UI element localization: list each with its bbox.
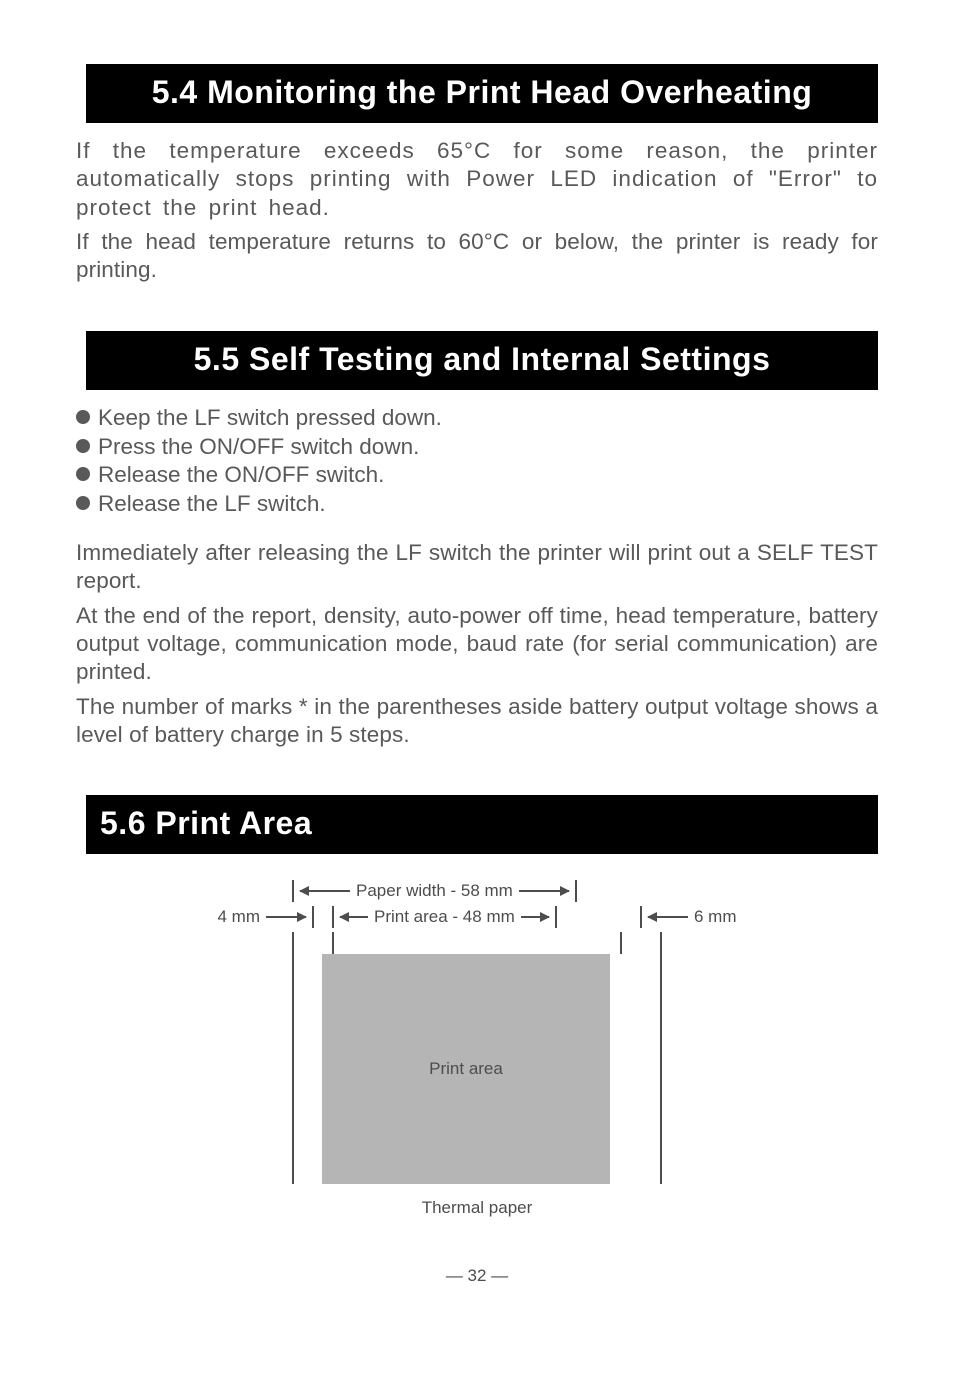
spacer (76, 755, 878, 795)
dim-label: 4 mm (218, 907, 261, 927)
bullet-text: Release the LF switch. (98, 490, 326, 519)
dim-tick-icon (575, 880, 577, 902)
dim-paper-width: Paper width - 58 mm (292, 880, 662, 902)
dim-left-margin: 4 mm (218, 906, 315, 928)
list-item: Press the ON/OFF switch down. (76, 433, 878, 462)
manual-page: 5.4 Monitoring the Print Head Overheatin… (0, 0, 954, 1326)
dim-arrow-icon (340, 916, 368, 918)
spacer (76, 291, 878, 331)
dim-arrow-icon (521, 916, 549, 918)
dim-arrow-icon (266, 916, 306, 918)
dim-tick-icon (292, 880, 294, 902)
dim-tick-icon (640, 906, 642, 928)
dim-label: Print area - 48 mm (374, 907, 515, 927)
dim-label: 6 mm (694, 907, 737, 927)
bullet-icon (76, 467, 90, 481)
section-5-4-para-2: If the head temperature returns to 60°C … (76, 228, 878, 285)
section-5-5-para-2: At the end of the report, density, auto-… (76, 602, 878, 687)
dim-print-area-width: Print area - 48 mm (332, 906, 622, 928)
dim-arrow-icon (648, 916, 688, 918)
dim-vline-icon (620, 932, 622, 954)
bullet-text: Keep the LF switch pressed down. (98, 404, 442, 433)
dim-inner-extensions (332, 932, 622, 954)
dim-vline-icon (332, 932, 334, 954)
list-item: Keep the LF switch pressed down. (76, 404, 878, 433)
dim-label: Paper width - 58 mm (356, 881, 513, 901)
bullet-icon (76, 410, 90, 424)
section-5-5-para-1: Immediately after releasing the LF switc… (76, 539, 878, 596)
dim-arrow-icon (300, 890, 350, 892)
print-area-label: Print area (429, 1059, 503, 1079)
bullet-text: Release the ON/OFF switch. (98, 461, 384, 490)
dim-arrow-icon (519, 890, 569, 892)
bullet-text: Press the ON/OFF switch down. (98, 433, 419, 462)
print-area-rect: Print area (322, 954, 610, 1184)
dim-margins-row: 4 mm Print area - 48 mm 6 mm (197, 906, 757, 928)
diagram-caption: Thermal paper (197, 1198, 757, 1218)
page-number: — 32 — (76, 1266, 878, 1286)
list-item: Release the ON/OFF switch. (76, 461, 878, 490)
dim-extension-lines (292, 932, 662, 954)
dim-tick-icon (312, 906, 314, 928)
section-5-4-heading: 5.4 Monitoring the Print Head Overheatin… (76, 64, 878, 123)
dim-tick-icon (555, 906, 557, 928)
section-5-5-para-3: The number of marks * in the parentheses… (76, 693, 878, 750)
dim-right-margin: 6 mm (640, 906, 737, 928)
paper-outline: Print area (292, 954, 662, 1184)
dim-vline-icon (660, 932, 662, 954)
section-5-6-heading: 5.6 Print Area (76, 795, 878, 854)
bullet-icon (76, 496, 90, 510)
section-5-5-heading: 5.5 Self Testing and Internal Settings (76, 331, 878, 390)
list-item: Release the LF switch. (76, 490, 878, 519)
section-5-4-para-1: If the temperature exceeds 65°C for some… (76, 137, 878, 222)
dim-vline-icon (292, 932, 294, 954)
bullet-icon (76, 439, 90, 453)
section-5-5-bullets: Keep the LF switch pressed down. Press t… (76, 404, 878, 519)
print-area-diagram: Paper width - 58 mm 4 mm Print area - 48… (197, 880, 757, 1218)
dim-tick-icon (332, 906, 334, 928)
